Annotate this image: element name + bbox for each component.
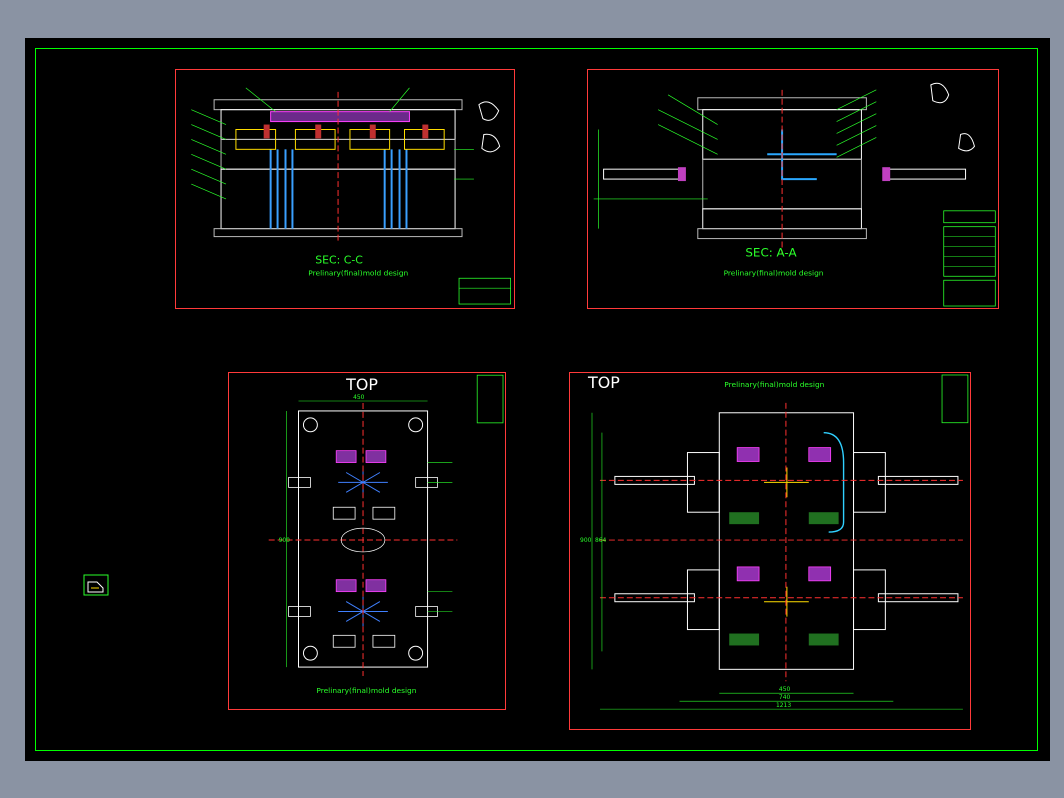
top-view-2-dim-1213: 1213 <box>776 702 791 709</box>
top-view-1-height-dim: 900 <box>279 537 291 544</box>
sec-cc-caption: Prelinary(final)mold design <box>308 268 408 277</box>
top-view-1-width-dim: 450 <box>353 394 365 401</box>
top-view-2-drawing: TOP Prelinary(final)mold design 450 740 … <box>580 373 969 710</box>
sec-aa-drawing: SEC: A-A Prelinary(final)mold design <box>593 82 996 307</box>
sheet-top-view-1[interactable]: TOP 450 900 Prelinary(final)mold design <box>228 372 506 710</box>
top-view-1-drawing: TOP 450 900 Prelinary(final)mold design <box>268 374 504 695</box>
sheet-top-view-2[interactable]: TOP Prelinary(final)mold design 450 740 … <box>569 372 971 730</box>
sheet-sec-cc[interactable]: SEC: C-C Prelinary(final)mold design <box>175 69 515 309</box>
sheet-sec-aa[interactable]: SEC: A-A Prelinary(final)mold design <box>587 69 999 309</box>
top-view-2-label: TOP <box>587 373 620 392</box>
view-cube-icon[interactable] <box>83 574 109 596</box>
sec-cc-drawing: SEC: C-C Prelinary(final)mold design <box>191 87 512 305</box>
top-view-1-caption: Prelinary(final)mold design <box>316 686 416 695</box>
drawing-canvas[interactable]: SEC: C-C Prelinary(final)mold design SEC… <box>25 38 1050 761</box>
top-view-2-dim-740: 740 <box>779 694 791 701</box>
top-view-1-label: TOP <box>345 375 378 394</box>
sec-aa-label: SEC: A-A <box>745 245 797 259</box>
top-view-2-caption: Prelinary(final)mold design <box>724 380 824 389</box>
top-view-2-dim-450: 450 <box>779 686 791 693</box>
top-view-2-dim-864: 864 <box>595 537 607 544</box>
top-view-2-dim-900: 900 <box>580 537 592 544</box>
sec-aa-caption: Prelinary(final)mold design <box>724 268 824 277</box>
sec-cc-label: SEC: C-C <box>315 253 363 266</box>
